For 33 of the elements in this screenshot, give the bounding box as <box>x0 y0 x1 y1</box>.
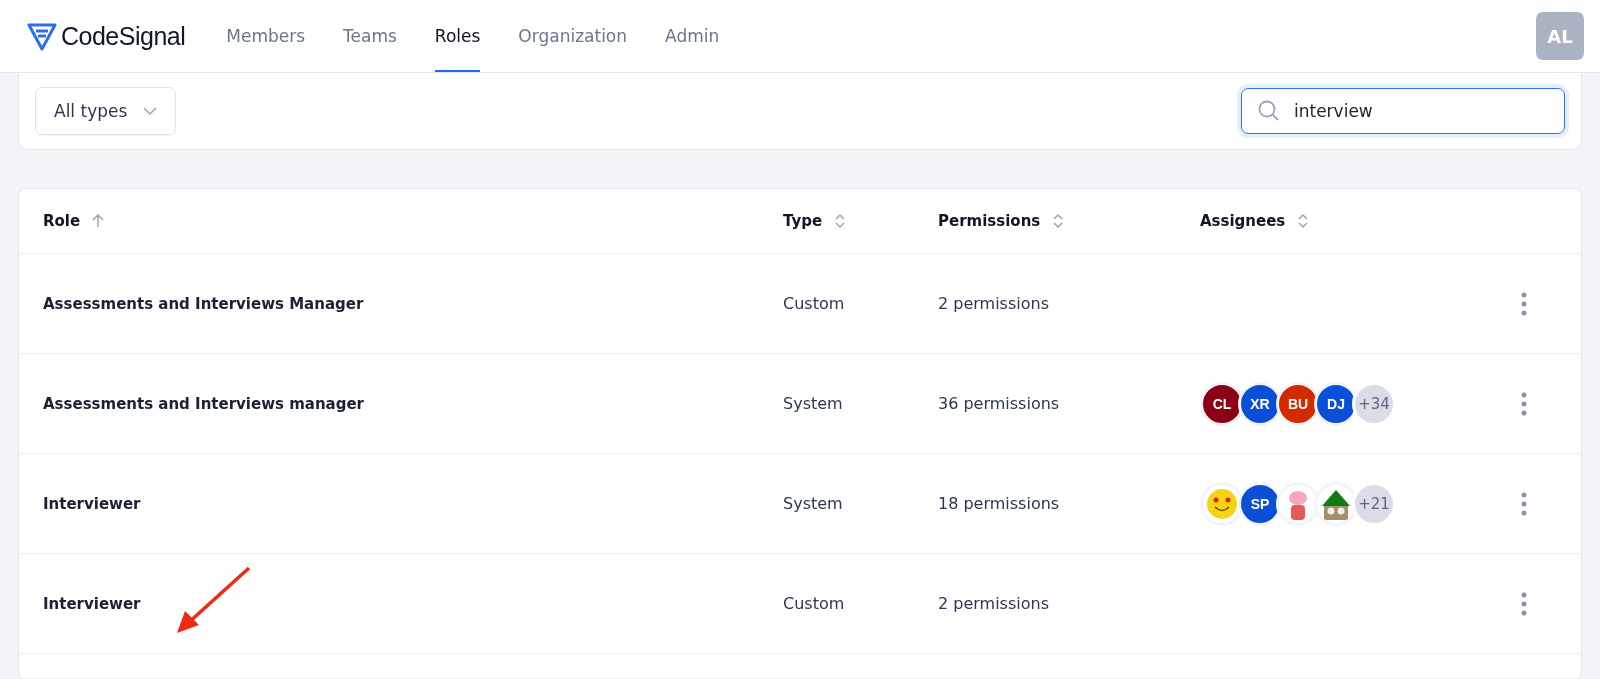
role-type: System <box>783 394 844 413</box>
chevron-down-icon <box>143 107 158 115</box>
nav-tab[interactable]: Organization <box>518 0 628 72</box>
role-name[interactable]: Assessments and Interviews Manager <box>43 295 364 313</box>
more-options-icon[interactable] <box>1521 591 1527 616</box>
column-header[interactable]: Assignees <box>1200 212 1286 230</box>
nav-tab[interactable]: Teams <box>343 0 397 72</box>
permissions-count: 36 permissions <box>938 394 1061 413</box>
permissions-count: 18 permissions <box>938 494 1061 513</box>
more-options-icon[interactable] <box>1521 391 1527 416</box>
role-name[interactable]: Interviewer <box>43 595 141 613</box>
sort-ascending-icon[interactable] <box>92 214 105 228</box>
type-dropdown[interactable]: All types <box>35 87 177 135</box>
nav-tab[interactable]: Admin <box>665 0 720 72</box>
column-header[interactable]: Type <box>783 212 823 230</box>
role-type: System <box>783 494 844 513</box>
logo-icon <box>27 21 57 51</box>
more-options-icon[interactable] <box>1521 491 1527 516</box>
sort-icon[interactable] <box>834 213 847 229</box>
column-header[interactable]: Permissions <box>938 212 1041 230</box>
role-type: Custom <box>783 594 846 613</box>
permissions-count: 2 permissions <box>938 294 1050 313</box>
role-type: Custom <box>783 294 846 313</box>
permissions-count: 2 permissions <box>938 594 1050 613</box>
role-name[interactable]: Assessments and Interviews manager <box>43 395 365 413</box>
brand-name: CodeSignal <box>61 21 186 51</box>
more-options-icon[interactable] <box>1521 291 1527 316</box>
sort-icon[interactable] <box>1297 213 1310 229</box>
nav-tab[interactable]: Members <box>226 0 306 72</box>
role-name[interactable]: Interviewer <box>43 495 141 513</box>
sort-icon[interactable] <box>1052 213 1065 229</box>
column-header[interactable]: Role <box>43 212 81 230</box>
search-icon <box>1258 100 1280 122</box>
